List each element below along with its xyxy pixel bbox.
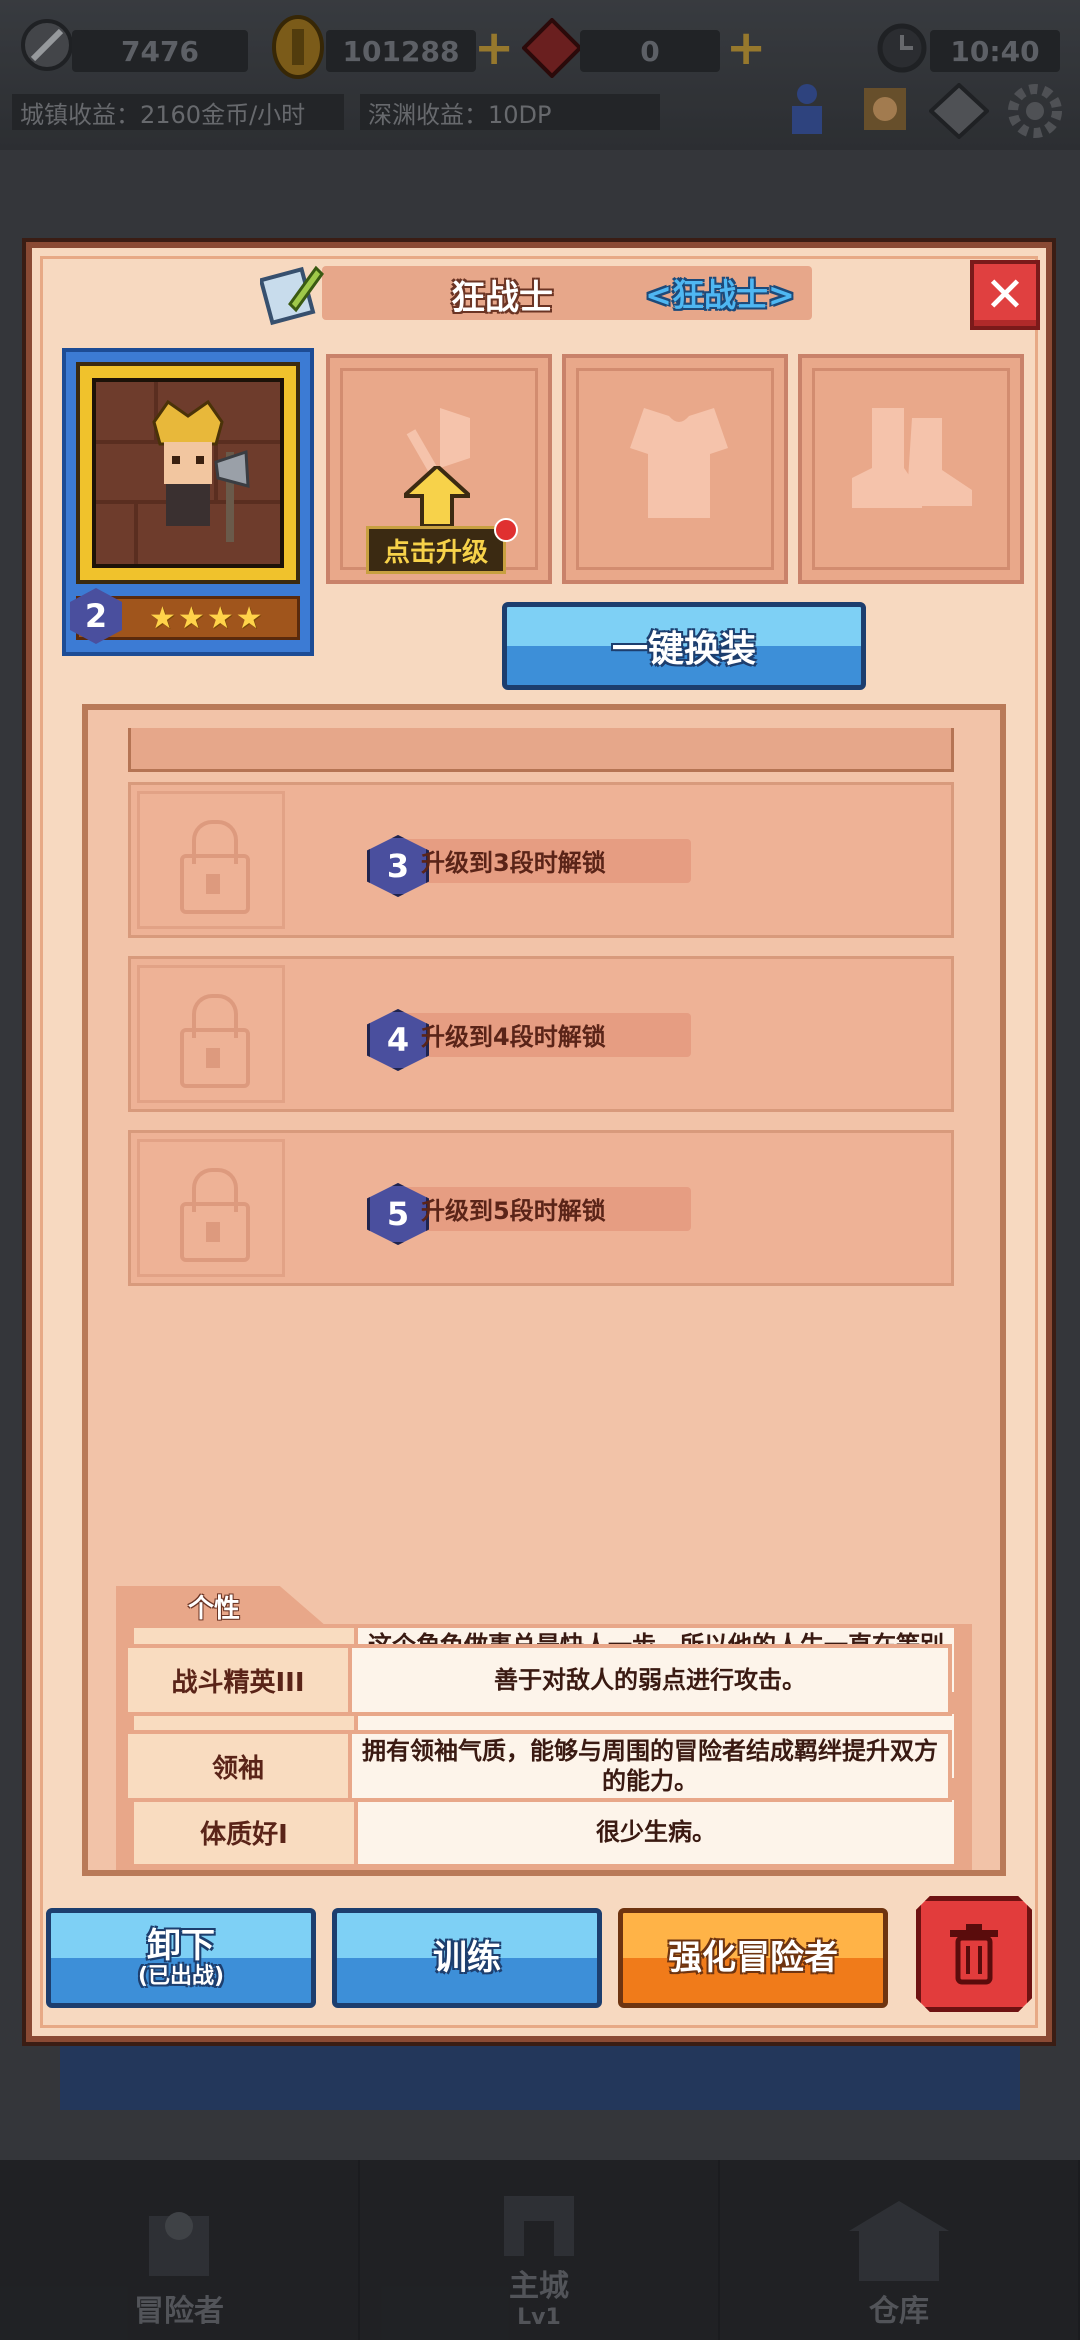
lock-keyhole [206, 1048, 220, 1068]
notification-dot [494, 518, 518, 542]
train-button[interactable]: 训练 [332, 1908, 602, 2008]
one-click-equip-button[interactable]: 一键换装 [502, 602, 866, 690]
lock-icon-frame [137, 791, 285, 929]
trait-description: 很少生病。 [358, 1800, 954, 1864]
tap-to-upgrade-button[interactable]: 点击升级 [366, 526, 506, 574]
star-rating: ★★★★ [149, 601, 265, 636]
trait-row: 领袖 拥有领袖气质，能够与周围的冒险者结成羁绊提升双方的能力。 [124, 1730, 952, 1802]
unequip-label: 卸下 [147, 1926, 215, 1966]
trait-row: 战斗精英III 善于对敌人的弱点进行攻击。 [124, 1644, 952, 1716]
locked-skill-row: 3 升级到3段时解锁 [128, 782, 954, 938]
trait-name: 体质好I [134, 1800, 354, 1864]
close-button[interactable]: ✕ [970, 260, 1040, 330]
unlock-requirement: 升级到5段时解锁 [421, 1197, 606, 1225]
trash-icon [950, 1924, 998, 1985]
unequip-sublabel: (已出战) [137, 1964, 225, 1989]
lock-keyhole [206, 1222, 220, 1242]
lock-icon-frame [137, 1139, 285, 1277]
armor-silhouette-icon [624, 398, 734, 528]
lock-keyhole [206, 874, 220, 894]
rename-edit-icon[interactable] [258, 260, 326, 326]
close-icon: ✕ [984, 267, 1026, 323]
boots-silhouette-icon [842, 398, 982, 518]
locked-skill-row: 5 升级到5段时解锁 [128, 1130, 954, 1286]
character-class: <狂战士> [645, 276, 795, 314]
trait-description: 善于对敌人的弱点进行攻击。 [352, 1648, 948, 1712]
character-name: 狂战士 [451, 278, 553, 318]
berserker-sprite [92, 378, 284, 568]
armor-slot[interactable] [562, 354, 788, 584]
boots-slot[interactable] [798, 354, 1024, 584]
skill-row-partial [128, 728, 954, 772]
trait-row: 体质好I 很少生病。 [130, 1796, 958, 1868]
train-label: 训练 [433, 1938, 501, 1978]
enhance-label: 强化冒险者 [668, 1938, 838, 1978]
trait-name: 战斗精英III [128, 1648, 348, 1712]
locked-skill-row: 4 升级到4段时解锁 [128, 956, 954, 1112]
unlock-requirement: 升级到4段时解锁 [421, 1023, 606, 1051]
unlock-requirement: 升级到3段时解锁 [421, 849, 606, 877]
enhance-adventurer-button[interactable]: 强化冒险者 [618, 1908, 888, 2008]
portrait-frame [76, 362, 300, 584]
trait-description: 拥有领袖气质，能够与周围的冒险者结成羁绊提升双方的能力。 [352, 1734, 948, 1798]
upgrade-arrow-icon [398, 463, 476, 528]
trait-name: 领袖 [128, 1734, 348, 1798]
character-portrait[interactable]: ★★★★ 2 [62, 348, 314, 656]
dismiss-adventurer-button[interactable] [916, 1896, 1032, 2012]
lock-icon-frame [137, 965, 285, 1103]
traits-header: 个性 [116, 1586, 326, 1626]
unequip-button[interactable]: 卸下 (已出战) [46, 1908, 316, 2008]
character-detail-modal: 狂战士 <狂战士> ✕ ★★★★ 2 点击升级 一键换装 3 升级到3段时解锁 … [26, 242, 1052, 2042]
